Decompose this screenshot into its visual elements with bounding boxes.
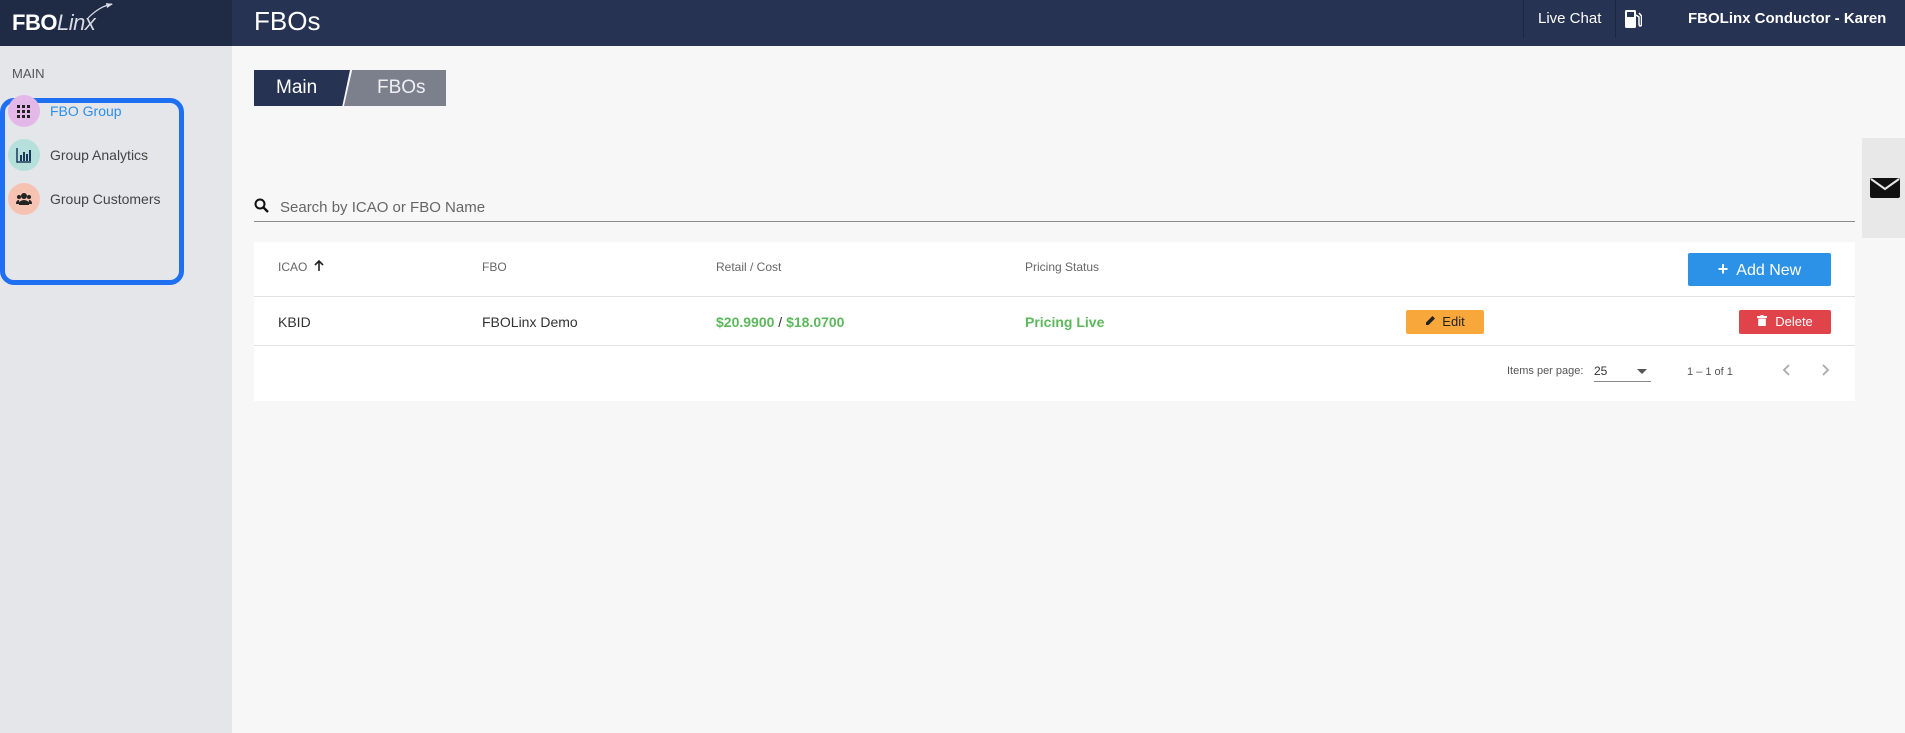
page-title: FBOs <box>254 6 321 36</box>
sidebar-item-label: FBO Group <box>50 103 122 119</box>
bar-chart-icon <box>8 139 40 171</box>
fbo-table: ICAO FBO Retail / Cost Pricing Status + A… <box>254 242 1855 401</box>
column-header-fbo[interactable]: FBO <box>482 260 507 274</box>
next-page-button[interactable] <box>1813 358 1837 382</box>
column-header-icao[interactable]: ICAO <box>278 259 324 274</box>
sort-arrow-up-icon <box>314 259 324 271</box>
paginator-range: 1 – 1 of 1 <box>1687 366 1733 378</box>
trash-icon <box>1757 315 1768 326</box>
plane-icon <box>87 3 113 19</box>
live-chat-button[interactable]: Live Chat <box>1523 0 1617 38</box>
sidebar-item-group-customers[interactable]: Group Customers <box>8 183 178 217</box>
top-bar: FBOLinx FBOs Live Chat FBOLinx Conductor… <box>0 0 1905 46</box>
chevron-left-icon <box>1782 364 1790 376</box>
price-separator: / <box>774 314 787 330</box>
grid-icon <box>8 95 40 127</box>
sidebar-item-label: Group Customers <box>50 191 161 207</box>
envelope-icon <box>1870 178 1900 198</box>
user-menu[interactable]: FBOLinx Conductor - Karen <box>1688 10 1886 27</box>
chevron-right-icon <box>1822 364 1830 376</box>
cost-price: $18.0700 <box>786 314 845 330</box>
breadcrumb-fbos[interactable]: FBOs <box>344 70 446 106</box>
search-bar <box>254 194 1855 222</box>
column-header-retail-cost[interactable]: Retail / Cost <box>716 260 781 274</box>
sidebar-section-label: MAIN <box>12 66 45 81</box>
items-per-page-select[interactable]: 25 <box>1594 360 1651 382</box>
add-new-button[interactable]: + Add New <box>1688 253 1831 286</box>
sidebar-item-fbo-group[interactable]: FBO Group <box>8 95 178 129</box>
logo-area: FBOLinx <box>0 0 232 46</box>
cell-icao: KBID <box>278 314 311 330</box>
delete-button[interactable]: Delete <box>1739 310 1831 334</box>
sidebar-item-group-analytics[interactable]: Group Analytics <box>8 139 178 173</box>
cell-pricing-status: Pricing Live <box>1025 314 1105 330</box>
sidebar-item-label: Group Analytics <box>50 147 149 163</box>
pencil-icon <box>1426 316 1436 325</box>
column-header-pricing-status[interactable]: Pricing Status <box>1025 260 1099 274</box>
cell-retail-cost: $20.9900 / $18.0700 <box>716 314 844 330</box>
users-icon <box>8 183 40 215</box>
logo[interactable]: FBOLinx <box>12 10 96 36</box>
retail-price: $20.9900 <box>716 314 775 330</box>
dropdown-arrow-icon <box>1637 369 1647 374</box>
fuel-pump-icon[interactable] <box>1624 9 1642 29</box>
divider <box>254 345 1855 346</box>
edit-button[interactable]: Edit <box>1406 310 1484 334</box>
contact-tab[interactable] <box>1862 138 1905 238</box>
breadcrumb-main[interactable]: Main <box>254 70 350 106</box>
previous-page-button[interactable] <box>1775 358 1799 382</box>
search-input[interactable] <box>280 194 1840 220</box>
items-per-page-label: Items per page: <box>1507 365 1584 377</box>
plus-icon: + <box>1717 259 1729 279</box>
search-icon <box>254 198 269 213</box>
divider <box>254 296 1855 297</box>
cell-fbo: FBOLinx Demo <box>482 314 578 330</box>
